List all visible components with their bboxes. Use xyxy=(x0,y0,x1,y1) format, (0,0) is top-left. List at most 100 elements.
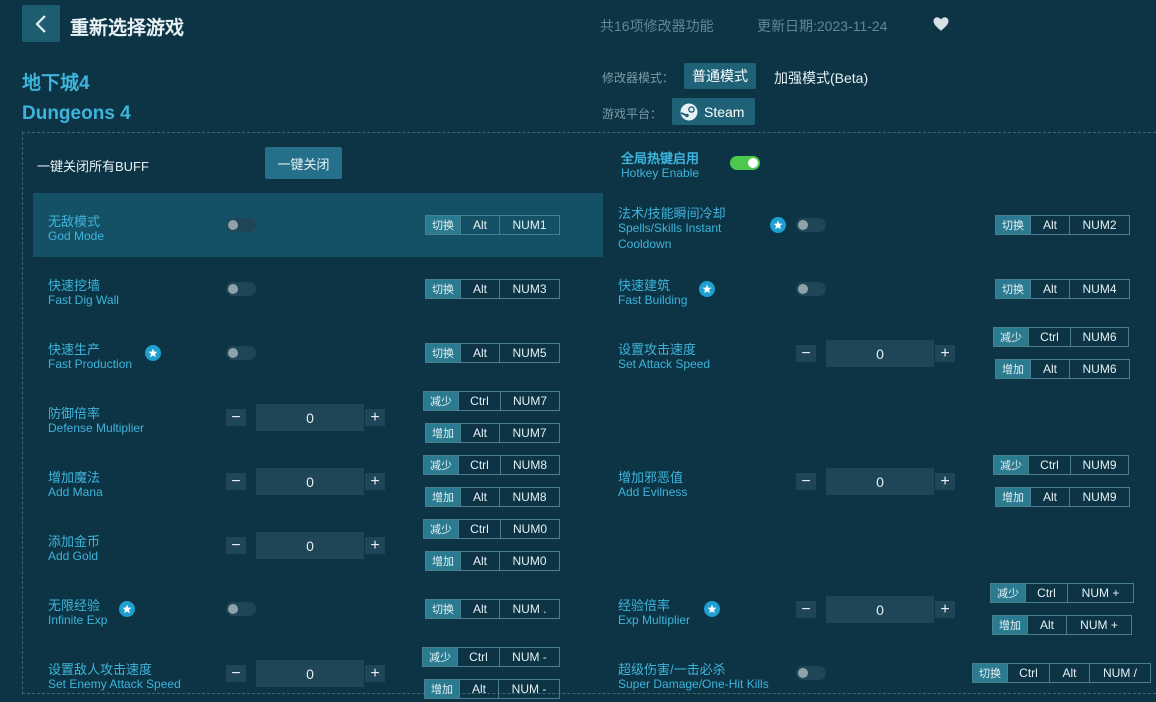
value-input[interactable]: 0 xyxy=(256,468,364,495)
decrease-button[interactable]: − xyxy=(226,409,246,426)
decrease-button[interactable]: − xyxy=(796,345,816,362)
hotkey-key: Alt xyxy=(1027,615,1067,635)
cheat-label-en: Add Evilness xyxy=(618,485,688,499)
hotkey-key: 增加 xyxy=(425,551,461,571)
hotkey-key: Alt xyxy=(1030,487,1070,507)
steam-platform-button[interactable]: Steam xyxy=(672,98,755,125)
value-input[interactable]: 0 xyxy=(256,660,364,687)
platform-name: Steam xyxy=(704,103,745,120)
cheat-label-en: Defense Multiplier xyxy=(48,421,145,435)
super-damage-toggle[interactable] xyxy=(796,666,826,680)
global-hotkey-toggle[interactable] xyxy=(730,156,760,170)
toggle-knob xyxy=(798,668,808,678)
cheat-label-en: Exp Multiplier xyxy=(618,613,691,627)
mode-normal-button[interactable]: 普通模式 xyxy=(684,63,756,89)
hotkey-key: 减少 xyxy=(993,455,1029,475)
increase-button[interactable]: + xyxy=(935,345,955,362)
hotkey-key: 减少 xyxy=(423,455,459,475)
value-input[interactable]: 0 xyxy=(826,596,934,623)
hotkey-key: NUM - xyxy=(498,679,560,699)
hotkey-key: NUM9 xyxy=(1069,487,1130,507)
hotkey-key: 增加 xyxy=(992,615,1028,635)
toggle-knob xyxy=(228,220,238,230)
increase-button[interactable]: + xyxy=(365,409,385,426)
decrease-button[interactable]: − xyxy=(226,665,246,682)
cheat-label-en: Super Damage/One-Hit Kills xyxy=(618,677,769,691)
decrease-button[interactable]: − xyxy=(796,473,816,490)
hotkey-key: NUM9 xyxy=(1070,455,1129,475)
hotkey-key: Ctrl xyxy=(1025,583,1068,603)
increase-button[interactable]: + xyxy=(935,601,955,618)
hotkey-key: Alt xyxy=(1049,663,1090,683)
hotkey-key: Alt xyxy=(1030,359,1070,379)
fast-building-toggle[interactable] xyxy=(796,282,826,296)
toggle-knob xyxy=(798,220,808,230)
hotkey-fast-dig-wall: 切换 Alt NUM3 xyxy=(425,279,560,299)
decrease-button[interactable]: − xyxy=(226,473,246,490)
hotkey-key: 切换 xyxy=(425,279,461,299)
star-icon xyxy=(770,217,786,233)
hotkey-key: NUM / xyxy=(1089,663,1151,683)
god-mode-toggle[interactable] xyxy=(226,218,256,232)
value-input[interactable]: 0 xyxy=(256,532,364,559)
feature-count: 共16项修改器功能 xyxy=(600,18,714,34)
update-date: 更新日期:2023-11-24 xyxy=(757,18,888,34)
value-input[interactable]: 0 xyxy=(826,340,934,367)
hotkey-exp-inc: 增加 Alt NUM + xyxy=(992,615,1132,635)
hotkey-key: NUM8 xyxy=(499,487,560,507)
hotkey-key: Alt xyxy=(460,487,500,507)
value-input[interactable]: 0 xyxy=(256,404,364,431)
hotkey-key: NUM - xyxy=(499,647,560,667)
hotkey-key: NUM5 xyxy=(499,343,560,363)
hotkey-evilness-dec: 减少 Ctrl NUM9 xyxy=(993,455,1129,475)
hotkey-key: Alt xyxy=(460,599,500,619)
game-name-en: Dungeons 4 xyxy=(22,103,131,124)
increase-button[interactable]: + xyxy=(365,537,385,554)
hotkey-infinite-exp: 切换 Alt NUM . xyxy=(425,599,560,619)
hotkey-mana-inc: 增加 Alt NUM8 xyxy=(425,487,560,507)
page-title[interactable]: 重新选择游戏 xyxy=(70,13,184,40)
global-hotkey-label-en: Hotkey Enable xyxy=(621,166,700,180)
decrease-button[interactable]: − xyxy=(796,601,816,618)
hotkey-attack-speed-inc: 增加 Alt NUM6 xyxy=(995,359,1130,379)
star-icon xyxy=(704,601,720,617)
hotkey-key: 切换 xyxy=(972,663,1008,683)
value-input[interactable]: 0 xyxy=(826,468,934,495)
back-button[interactable] xyxy=(22,5,60,42)
hotkey-exp-dec: 减少 Ctrl NUM + xyxy=(990,583,1134,603)
hotkey-key: 增加 xyxy=(995,487,1031,507)
hotkey-super-damage: 切换 Ctrl Alt NUM / xyxy=(972,663,1151,683)
fast-production-toggle[interactable] xyxy=(226,346,256,360)
heart-icon[interactable] xyxy=(932,15,950,33)
cheat-label-en: Set Enemy Attack Speed xyxy=(48,677,181,691)
toggle-knob xyxy=(798,284,808,294)
increase-button[interactable]: + xyxy=(365,665,385,682)
spells-cooldown-toggle[interactable] xyxy=(796,218,826,232)
decrease-button[interactable]: − xyxy=(226,537,246,554)
mode-beta-button[interactable]: 加强模式(Beta) xyxy=(774,68,868,88)
hotkey-key: Alt xyxy=(460,279,500,299)
mode-label: 修改器模式： xyxy=(602,71,675,85)
hotkey-key: Alt xyxy=(460,551,500,571)
hotkey-key: NUM + xyxy=(1067,583,1134,603)
increase-button[interactable]: + xyxy=(935,473,955,490)
increase-button[interactable]: + xyxy=(365,473,385,490)
chevron-left-icon xyxy=(35,14,46,33)
close-all-button[interactable]: 一键关闭 xyxy=(265,147,342,179)
hotkey-fast-production: 切换 Alt NUM5 xyxy=(425,343,560,363)
fast-dig-wall-toggle[interactable] xyxy=(226,282,256,296)
hotkey-key: NUM + xyxy=(1066,615,1132,635)
hotkey-key: NUM0 xyxy=(500,519,560,539)
hotkey-key: Alt xyxy=(460,423,500,443)
infinite-exp-toggle[interactable] xyxy=(226,602,256,616)
star-icon xyxy=(699,281,715,297)
star-icon xyxy=(119,601,135,617)
hotkey-key: NUM8 xyxy=(500,455,560,475)
hotkey-key: 减少 xyxy=(422,647,458,667)
hotkey-evilness-inc: 增加 Alt NUM9 xyxy=(995,487,1130,507)
hotkey-key: 切换 xyxy=(995,279,1031,299)
hotkey-key: 增加 xyxy=(425,487,461,507)
hotkey-key: NUM2 xyxy=(1069,215,1130,235)
cheat-label-en: Add Mana xyxy=(48,485,103,499)
hotkey-key: NUM6 xyxy=(1069,359,1130,379)
